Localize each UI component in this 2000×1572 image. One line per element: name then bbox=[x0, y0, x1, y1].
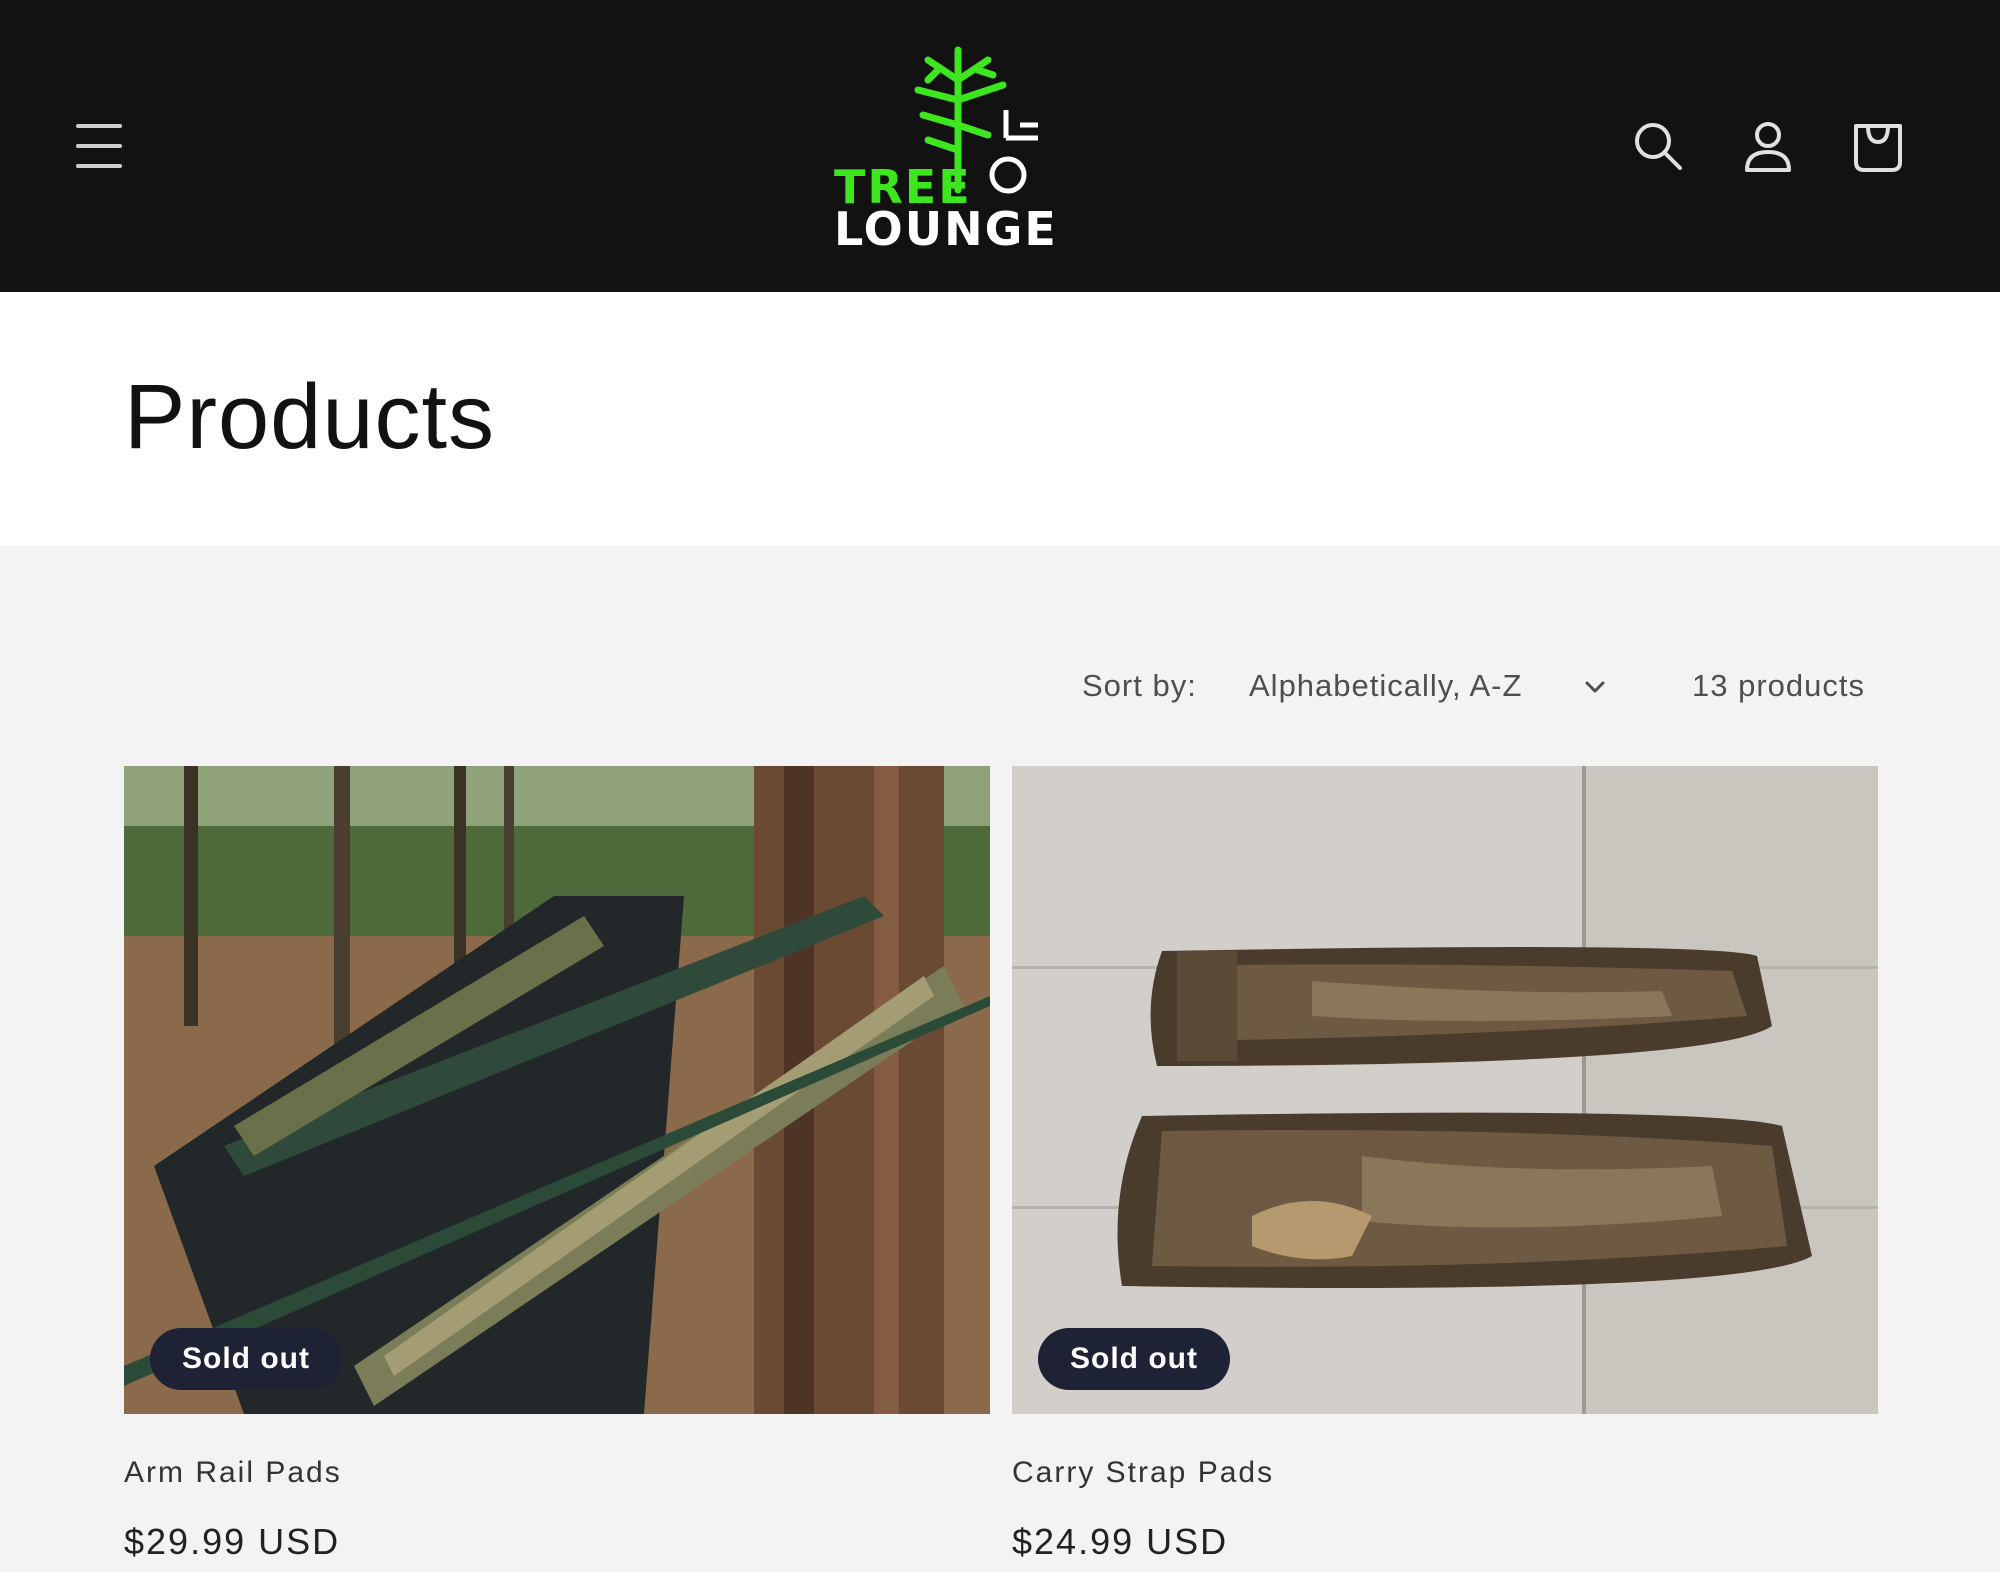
site-logo[interactable]: TREE LOUNGE bbox=[828, 40, 1088, 256]
product-title[interactable]: Carry Strap Pads bbox=[1012, 1456, 1274, 1490]
product-price: $29.99 USD bbox=[124, 1521, 341, 1562]
sold-out-badge: Sold out bbox=[1038, 1328, 1230, 1390]
page-title: Products bbox=[124, 366, 496, 468]
cart-button[interactable] bbox=[1848, 116, 1908, 176]
product-photo bbox=[1012, 766, 1878, 1414]
site-header: TREE LOUNGE bbox=[0, 0, 2000, 292]
sort-label: Sort by: bbox=[1082, 668, 1197, 703]
product-photo bbox=[124, 766, 990, 1414]
product-card-arm-rail-pads[interactable]: Sold out Arm Rail Pads $29.99 USD bbox=[124, 766, 990, 1562]
account-button[interactable] bbox=[1738, 116, 1798, 176]
logo-text-lounge: LOUNGE bbox=[834, 202, 1058, 256]
search-icon bbox=[1635, 123, 1682, 170]
product-title[interactable]: Arm Rail Pads bbox=[124, 1456, 342, 1490]
product-price: $24.99 USD bbox=[1012, 1521, 1229, 1562]
product-image-arm-rail-pads[interactable]: Sold out bbox=[124, 766, 990, 1414]
product-image-carry-strap-pads[interactable]: Sold out bbox=[1012, 766, 1878, 1414]
sold-out-badge: Sold out bbox=[150, 1328, 342, 1390]
collection-toolbar: Sort by: Alphabetically, A-Z 13 products bbox=[0, 660, 2000, 716]
search-button[interactable] bbox=[1628, 116, 1688, 176]
sort-select[interactable]: Alphabetically, A-Z bbox=[1249, 668, 1522, 704]
menu-button[interactable] bbox=[72, 118, 134, 174]
menu-icon-bar-top bbox=[76, 124, 122, 128]
product-count: 13 products bbox=[1692, 668, 1865, 703]
menu-icon-bar-middle bbox=[76, 144, 122, 148]
chevron-down-icon[interactable] bbox=[1580, 672, 1610, 702]
cart-icon bbox=[1854, 124, 1902, 172]
account-icon bbox=[1745, 122, 1791, 172]
product-card-carry-strap-pads[interactable]: Sold out Carry Strap Pads $24.99 USD bbox=[1012, 766, 1878, 1562]
menu-icon-bar-bottom bbox=[76, 164, 122, 168]
